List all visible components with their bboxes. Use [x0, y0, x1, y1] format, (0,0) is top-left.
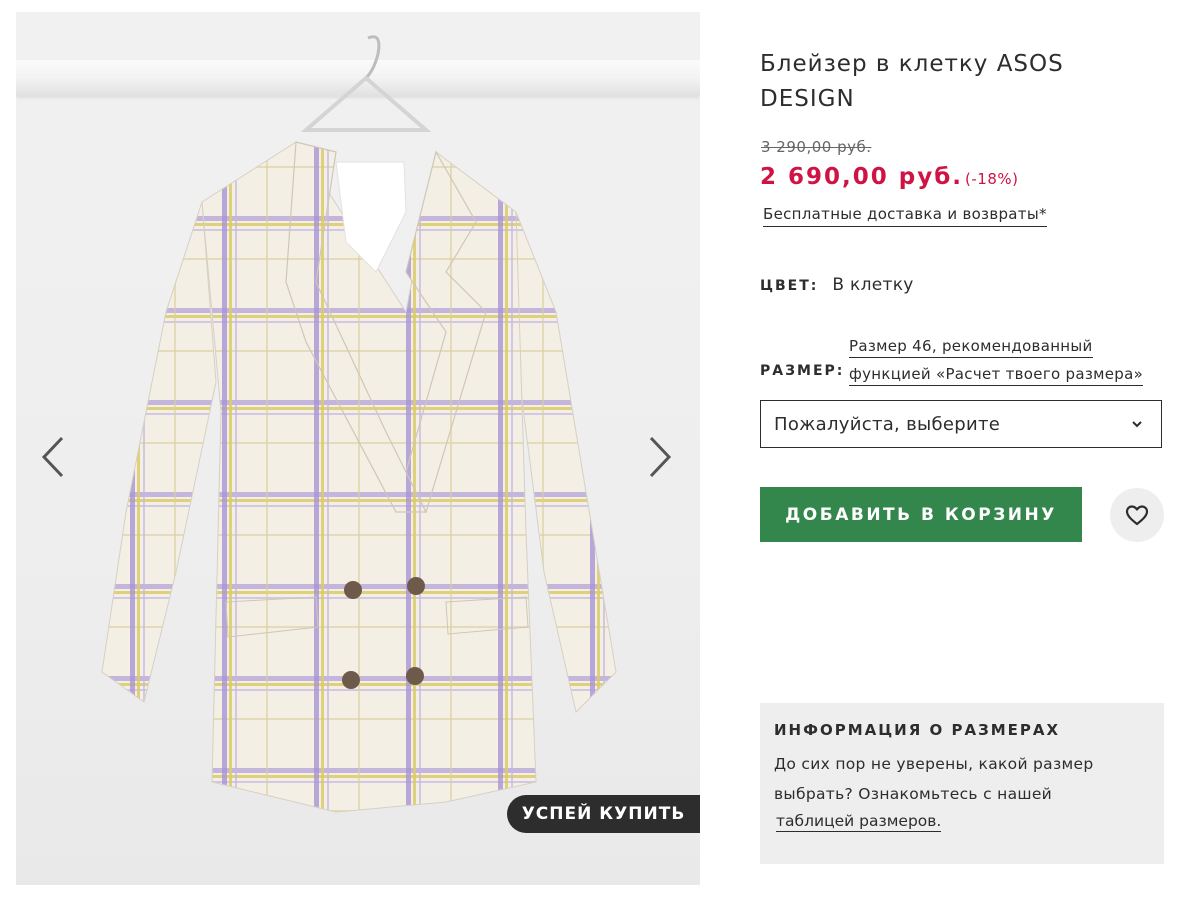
price-amount: 2 690,00 руб. — [760, 164, 964, 190]
size-select[interactable]: Пожалуйста, выберите — [760, 400, 1162, 448]
size-select-value: Пожалуйста, выберите — [774, 413, 1001, 435]
size-label: РАЗМЕР: — [760, 363, 845, 379]
color-row: ЦВЕТ: В клетку — [760, 275, 914, 295]
size-recommendation-line1: Размер 46, рекомендованный — [849, 337, 1093, 358]
size-info-text: До сих пор не уверены, какой размер выбр… — [774, 755, 1094, 803]
hurry-badge: УСПЕЙ КУПИТЬ — [507, 795, 700, 833]
old-price: 3 290,00 руб. — [761, 138, 872, 156]
size-info-panel: ИНФОРМАЦИЯ О РАЗМЕРАХ До сих пор не увер… — [760, 703, 1164, 864]
size-recommendation-line2: функцией «Расчет твоего размера» — [849, 365, 1144, 386]
chevron-down-icon — [1132, 421, 1142, 428]
heart-icon — [1125, 505, 1149, 526]
product-title: Блейзер в клетку ASOS DESIGN — [760, 51, 1064, 112]
product-image — [101, 35, 617, 813]
save-for-later-button[interactable] — [1110, 488, 1164, 542]
next-image-button[interactable] — [643, 432, 677, 482]
color-value: В клетку — [832, 275, 914, 295]
color-label: ЦВЕТ: — [760, 278, 819, 294]
size-info-heading: ИНФОРМАЦИЯ О РАЗМЕРАХ — [774, 721, 1061, 739]
chevron-left-icon — [41, 436, 64, 478]
chevron-right-icon — [649, 436, 672, 478]
previous-image-button[interactable] — [36, 432, 70, 482]
discount-badge: (-18%) — [965, 170, 1019, 188]
add-to-cart-button[interactable]: ДОБАВИТЬ В КОРЗИНУ — [760, 487, 1082, 542]
product-image-gallery: УСПЕЙ КУПИТЬ — [16, 12, 700, 885]
free-delivery-link[interactable]: Бесплатные доставка и возвраты* — [763, 205, 1047, 227]
size-recommendation-link[interactable]: Размер 46, рекомендованный функцией «Рас… — [849, 332, 1169, 388]
size-chart-link[interactable]: таблицей размеров. — [776, 812, 942, 832]
current-price: 2 690,00 руб. (-18%) — [760, 164, 1019, 190]
